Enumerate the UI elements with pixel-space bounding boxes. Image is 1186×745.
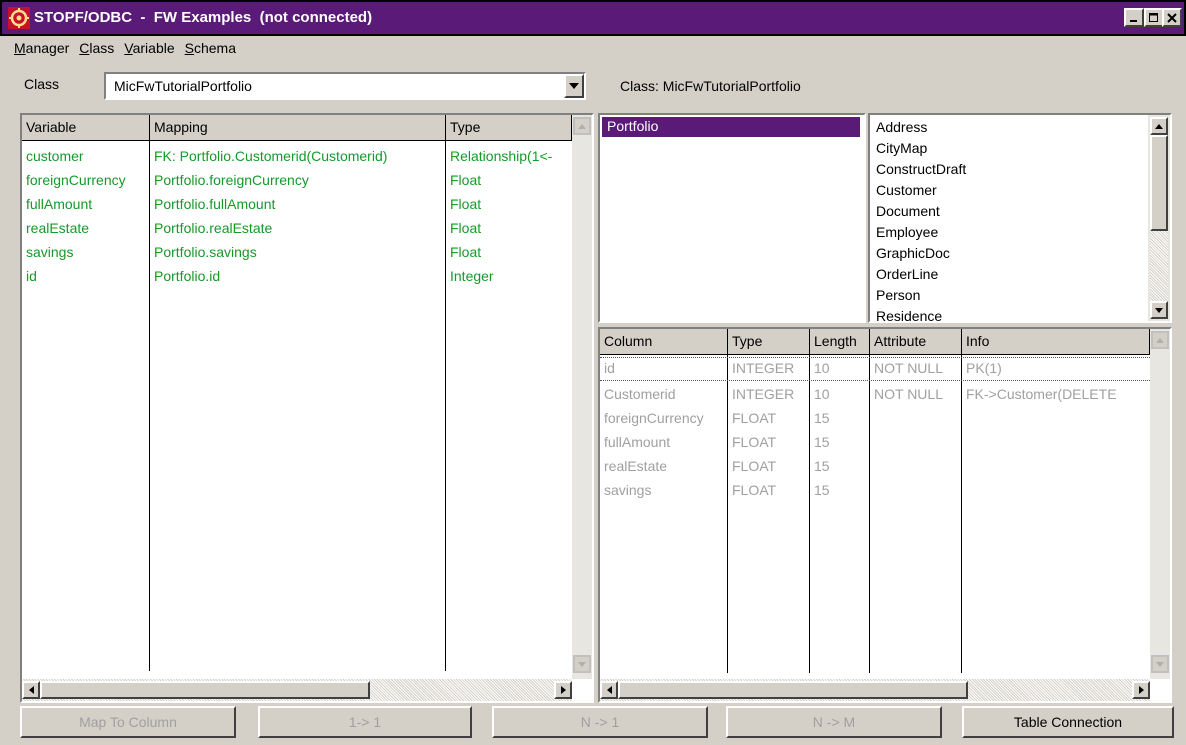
column-header-variable[interactable]: Variable (22, 115, 150, 141)
arrow-up-icon (1155, 123, 1163, 129)
close-icon (1167, 12, 1177, 23)
scroll-up-button[interactable] (1151, 331, 1169, 349)
list-item[interactable]: GraphicDoc (876, 245, 950, 267)
list-item[interactable]: Employee (876, 224, 938, 246)
menu-class[interactable]: Class (79, 40, 114, 60)
table-row[interactable]: fullAmount Portfolio.fullAmount Float (22, 193, 572, 217)
scroll-down-button[interactable] (573, 655, 591, 673)
class-dropdown-button[interactable] (564, 74, 584, 98)
table-row[interactable]: customer FK: Portfolio.Customerid(Custom… (22, 145, 572, 169)
column-header-type[interactable]: Type (728, 329, 810, 355)
scroll-left-button[interactable] (22, 681, 40, 699)
scroll-track[interactable] (1150, 231, 1168, 301)
class-label: Class (24, 76, 60, 92)
table-row[interactable]: savings FLOAT 15 (600, 479, 1150, 503)
column-header-mapping[interactable]: Mapping (150, 115, 446, 141)
vertical-scrollbar[interactable] (572, 115, 592, 679)
vertical-scrollbar[interactable] (1150, 329, 1170, 679)
table-row[interactable]: foreignCurrency FLOAT 15 (600, 407, 1150, 431)
table-row[interactable]: Customerid INTEGER 10 NOT NULL FK->Custo… (600, 383, 1150, 407)
list-item[interactable]: CityMap (876, 140, 927, 162)
variables-grid[interactable]: Variable Mapping Type customer FK: Portf… (20, 113, 594, 703)
scroll-down-button[interactable] (1150, 301, 1168, 319)
arrow-right-icon (560, 686, 566, 694)
scroll-right-button[interactable] (1132, 681, 1150, 699)
list-item[interactable]: Address (876, 119, 927, 141)
list-item[interactable]: Customer (876, 182, 937, 204)
arrow-left-icon (606, 686, 612, 694)
class-caption: Class: MicFwTutorialPortfolio (620, 78, 801, 94)
list-item-selected[interactable]: Portfolio (602, 117, 860, 137)
menu-variable[interactable]: Variable (124, 40, 174, 60)
n-to-one-button[interactable]: N -> 1 (492, 706, 708, 738)
arrow-right-icon (1138, 686, 1144, 694)
table-row[interactable]: foreignCurrency Portfolio.foreignCurrenc… (22, 169, 572, 193)
scroll-thumb[interactable] (1150, 135, 1168, 231)
table-row[interactable]: id Portfolio.id Integer (22, 265, 572, 289)
n-to-m-button[interactable]: N -> M (726, 706, 942, 738)
arrow-down-icon (1155, 307, 1163, 313)
map-to-column-button[interactable]: Map To Column (20, 706, 236, 738)
columns-grid[interactable]: Column Type Length Attribute Info id INT… (598, 327, 1172, 703)
menu-manager[interactable]: Manager (14, 40, 69, 60)
close-button[interactable] (1162, 8, 1182, 27)
app-icon[interactable] (8, 7, 30, 29)
scroll-down-button[interactable] (1151, 655, 1169, 673)
tables-list[interactable]: Portfolio (598, 113, 866, 323)
maximize-icon (1149, 12, 1158, 22)
horizontal-scrollbar[interactable] (22, 679, 572, 701)
scroll-up-button[interactable] (1150, 117, 1168, 135)
title-bar[interactable]: STOPF/ODBC - FW Examples (not connected) (0, 0, 1186, 36)
scroll-up-button[interactable] (573, 117, 591, 135)
arrow-left-icon (28, 686, 34, 694)
arrow-up-icon (1156, 337, 1164, 343)
table-row[interactable]: realEstate Portfolio.realEstate Float (22, 217, 572, 241)
menu-schema[interactable]: Schema (185, 40, 236, 60)
arrow-up-icon (578, 123, 586, 129)
vertical-scrollbar[interactable] (1148, 115, 1170, 321)
table-connection-button[interactable]: Table Connection (962, 706, 1174, 738)
scroll-right-button[interactable] (554, 681, 572, 699)
arrow-down-icon (578, 661, 586, 667)
column-header-info[interactable]: Info (962, 329, 1150, 355)
table-row[interactable]: realEstate FLOAT 15 (600, 455, 1150, 479)
horizontal-scrollbar[interactable] (600, 679, 1150, 701)
list-item[interactable]: Person (876, 287, 920, 309)
table-row-focused[interactable]: id INTEGER 10 NOT NULL PK(1) (600, 357, 1150, 381)
table-row[interactable]: fullAmount FLOAT 15 (600, 431, 1150, 455)
arrow-down-icon (1156, 661, 1164, 667)
menu-bar: Manager Class Variable Schema (14, 40, 236, 60)
scroll-left-button[interactable] (600, 681, 618, 699)
scroll-thumb[interactable] (40, 681, 370, 699)
classes-list[interactable]: Address CityMap ConstructDraft Customer … (868, 113, 1172, 323)
class-combobox-value: MicFwTutorialPortfolio (114, 78, 252, 94)
table-row[interactable]: savings Portfolio.savings Float (22, 241, 572, 265)
window-title: STOPF/ODBC - FW Examples (not connected) (34, 9, 373, 26)
maximize-button[interactable] (1144, 8, 1164, 27)
list-item[interactable]: OrderLine (876, 266, 938, 288)
minimize-icon (1130, 19, 1137, 22)
one-to-one-button[interactable]: 1-> 1 (258, 706, 472, 738)
column-header-column[interactable]: Column (600, 329, 728, 355)
column-header-length[interactable]: Length (810, 329, 870, 355)
chevron-down-icon (569, 83, 579, 89)
class-combobox[interactable]: MicFwTutorialPortfolio (104, 72, 586, 100)
minimize-button[interactable] (1124, 8, 1144, 27)
column-header-attribute[interactable]: Attribute (870, 329, 962, 355)
scroll-thumb[interactable] (618, 681, 968, 699)
list-item[interactable]: ConstructDraft (876, 161, 966, 183)
column-header-type[interactable]: Type (446, 115, 572, 141)
list-item[interactable]: Residence (876, 308, 942, 321)
list-item[interactable]: Document (876, 203, 940, 225)
